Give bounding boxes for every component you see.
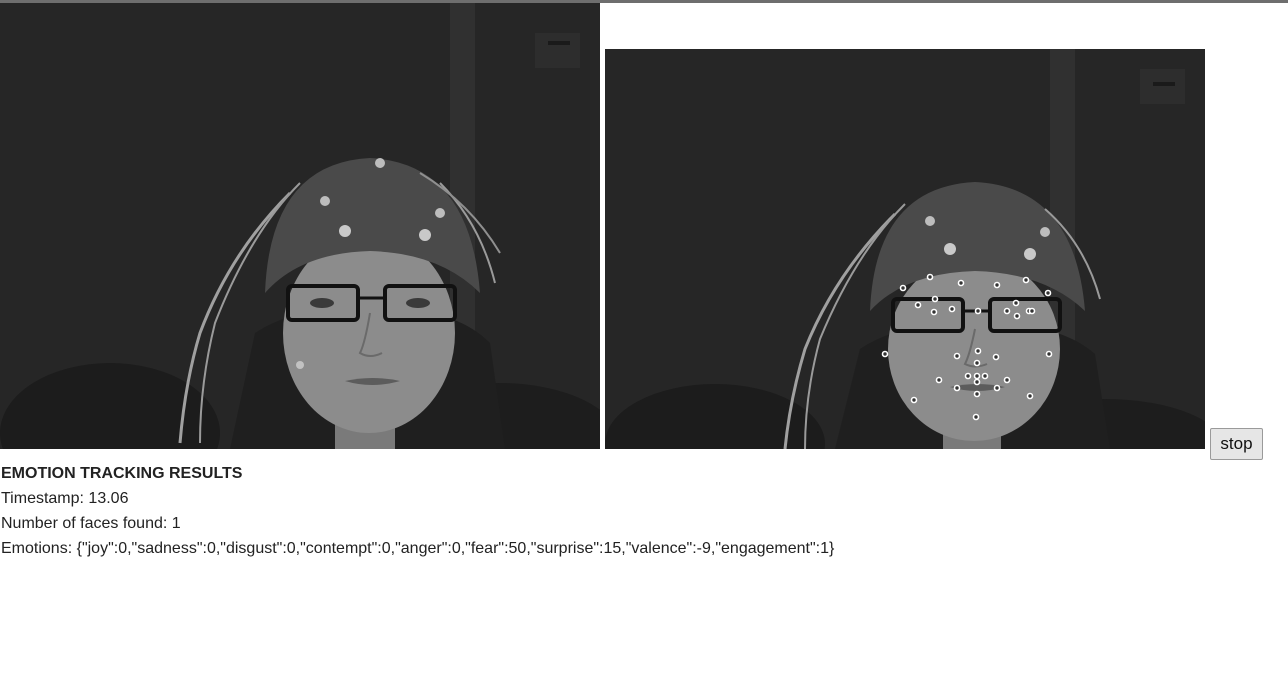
faces-count-value: 1 [171, 515, 181, 532]
landmark-point [948, 305, 956, 313]
landmark-point [1013, 312, 1021, 320]
landmark-point [926, 273, 934, 281]
webcam-frame-annotated [605, 49, 1205, 449]
landmark-point [973, 390, 981, 398]
landmark-point [974, 347, 982, 355]
landmark-point [910, 396, 918, 404]
results-heading: EMOTION TRACKING RESULTS [1, 465, 243, 482]
timestamp-row: Timestamp: 13.06 [1, 486, 834, 511]
faces-count-label: Number of faces found: [1, 515, 172, 532]
landmark-point [973, 359, 981, 367]
landmark-point [935, 376, 943, 384]
landmark-point [1012, 299, 1020, 307]
landmark-point [1026, 392, 1034, 400]
landmark-point [1045, 350, 1053, 358]
landmark-point [993, 281, 1001, 289]
webcam-frame-raw [0, 3, 600, 449]
faces-count-row: Number of faces found: 1 [1, 511, 834, 536]
landmark-point [1028, 307, 1036, 315]
landmark-point [981, 372, 989, 380]
webcam-video-raw [0, 3, 600, 449]
landmark-point [914, 301, 922, 309]
landmark-point [972, 413, 980, 421]
landmark-point [931, 295, 939, 303]
landmark-point [973, 372, 981, 380]
landmark-point [964, 372, 972, 380]
webcam-video-annotated [605, 49, 1205, 449]
landmark-point [953, 352, 961, 360]
stop-button[interactable]: stop [1210, 428, 1263, 460]
landmark-point [930, 308, 938, 316]
timestamp-label: Timestamp: [1, 490, 89, 507]
landmark-point [957, 279, 965, 287]
timestamp-value: 13.06 [88, 490, 129, 507]
landmark-point [1022, 276, 1030, 284]
landmark-point [899, 284, 907, 292]
landmark-point [973, 378, 981, 386]
landmark-point [992, 353, 1000, 361]
landmark-point [1044, 289, 1052, 297]
landmark-point [1003, 376, 1011, 384]
landmark-point [953, 384, 961, 392]
landmark-point [881, 350, 889, 358]
landmark-point [993, 384, 1001, 392]
emotions-label: Emotions: [1, 540, 77, 557]
landmark-point [974, 307, 982, 315]
emotions-value: {"joy":0,"sadness":0,"disgust":0,"contem… [76, 540, 835, 557]
emotion-results-panel: EMOTION TRACKING RESULTS Timestamp: 13.0… [1, 461, 834, 561]
landmark-point [1003, 307, 1011, 315]
emotions-row: Emotions: {"joy":0,"sadness":0,"disgust"… [1, 536, 834, 561]
